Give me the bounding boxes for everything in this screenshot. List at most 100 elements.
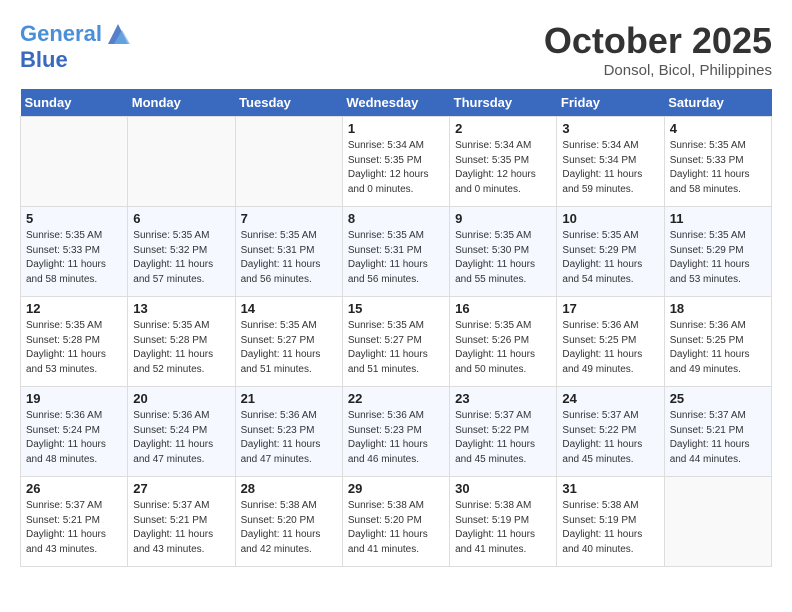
calendar-cell: 4 Sunrise: 5:35 AM Sunset: 5:33 PM Daylig…	[664, 117, 771, 207]
weekday-header-sunday: Sunday	[21, 89, 128, 117]
day-number: 25	[670, 391, 766, 406]
day-number: 12	[26, 301, 122, 316]
day-info: Sunrise: 5:38 AM Sunset: 5:20 PM Dayligh…	[348, 499, 444, 557]
weekday-header-row: SundayMondayTuesdayWednesdayThursdayFrid…	[21, 89, 772, 117]
day-number: 21	[241, 391, 337, 406]
calendar-cell: 3 Sunrise: 5:34 AM Sunset: 5:34 PM Daylig…	[557, 117, 664, 207]
day-number: 16	[455, 301, 551, 316]
calendar-cell: 26 Sunrise: 5:37 AM Sunset: 5:21 PM Dayli…	[21, 477, 128, 567]
day-info: Sunrise: 5:34 AM Sunset: 5:35 PM Dayligh…	[455, 139, 551, 197]
calendar-cell	[128, 117, 235, 207]
day-info: Sunrise: 5:36 AM Sunset: 5:25 PM Dayligh…	[562, 319, 658, 377]
day-info: Sunrise: 5:34 AM Sunset: 5:34 PM Dayligh…	[562, 139, 658, 197]
day-number: 29	[348, 481, 444, 496]
day-info: Sunrise: 5:35 AM Sunset: 5:29 PM Dayligh…	[670, 229, 766, 287]
calendar-cell: 25 Sunrise: 5:37 AM Sunset: 5:21 PM Dayli…	[664, 387, 771, 477]
calendar-week-5: 26 Sunrise: 5:37 AM Sunset: 5:21 PM Dayli…	[21, 477, 772, 567]
day-number: 1	[348, 121, 444, 136]
calendar-cell: 15 Sunrise: 5:35 AM Sunset: 5:27 PM Dayli…	[342, 297, 449, 387]
weekday-header-monday: Monday	[128, 89, 235, 117]
calendar-cell: 6 Sunrise: 5:35 AM Sunset: 5:32 PM Daylig…	[128, 207, 235, 297]
calendar-cell	[21, 117, 128, 207]
calendar-cell: 28Sunrise: 5:38 AM Sunset: 5:20 PM Dayli…	[235, 477, 342, 567]
day-number: 27	[133, 481, 229, 496]
day-info: Sunrise: 5:36 AM Sunset: 5:23 PM Dayligh…	[348, 409, 444, 467]
calendar-cell: 2Sunrise: 5:34 AM Sunset: 5:35 PM Daylig…	[450, 117, 557, 207]
day-number: 3	[562, 121, 658, 136]
logo-text: General	[20, 22, 102, 46]
day-number: 10	[562, 211, 658, 226]
calendar-week-2: 5Sunrise: 5:35 AM Sunset: 5:33 PM Daylig…	[21, 207, 772, 297]
calendar-cell: 10 Sunrise: 5:35 AM Sunset: 5:29 PM Dayli…	[557, 207, 664, 297]
calendar-cell: 8 Sunrise: 5:35 AM Sunset: 5:31 PM Daylig…	[342, 207, 449, 297]
day-number: 26	[26, 481, 122, 496]
calendar-cell: 16 Sunrise: 5:35 AM Sunset: 5:26 PM Dayli…	[450, 297, 557, 387]
day-info: Sunrise: 5:36 AM Sunset: 5:24 PM Dayligh…	[133, 409, 229, 467]
weekday-header-wednesday: Wednesday	[342, 89, 449, 117]
calendar-cell: 22Sunrise: 5:36 AM Sunset: 5:23 PM Dayli…	[342, 387, 449, 477]
day-info: Sunrise: 5:35 AM Sunset: 5:33 PM Dayligh…	[670, 139, 766, 197]
calendar-cell: 19 Sunrise: 5:36 AM Sunset: 5:24 PM Dayli…	[21, 387, 128, 477]
logo: General Blue	[20, 20, 132, 72]
day-info: Sunrise: 5:37 AM Sunset: 5:21 PM Dayligh…	[26, 499, 122, 557]
day-info: Sunrise: 5:36 AM Sunset: 5:23 PM Dayligh…	[241, 409, 337, 467]
day-info: Sunrise: 5:35 AM Sunset: 5:33 PM Dayligh…	[26, 229, 122, 287]
day-info: Sunrise: 5:37 AM Sunset: 5:22 PM Dayligh…	[562, 409, 658, 467]
day-number: 14	[241, 301, 337, 316]
day-number: 23	[455, 391, 551, 406]
day-info: Sunrise: 5:36 AM Sunset: 5:24 PM Dayligh…	[26, 409, 122, 467]
calendar-cell: 5Sunrise: 5:35 AM Sunset: 5:33 PM Daylig…	[21, 207, 128, 297]
day-number: 7	[241, 211, 337, 226]
day-info: Sunrise: 5:37 AM Sunset: 5:22 PM Dayligh…	[455, 409, 551, 467]
day-number: 24	[562, 391, 658, 406]
calendar-cell: 14 Sunrise: 5:35 AM Sunset: 5:27 PM Dayli…	[235, 297, 342, 387]
day-number: 15	[348, 301, 444, 316]
day-info: Sunrise: 5:35 AM Sunset: 5:27 PM Dayligh…	[241, 319, 337, 377]
calendar-cell: 12Sunrise: 5:35 AM Sunset: 5:28 PM Dayli…	[21, 297, 128, 387]
day-info: Sunrise: 5:35 AM Sunset: 5:28 PM Dayligh…	[133, 319, 229, 377]
calendar-table: SundayMondayTuesdayWednesdayThursdayFrid…	[20, 89, 772, 567]
calendar-cell: 13 Sunrise: 5:35 AM Sunset: 5:28 PM Dayli…	[128, 297, 235, 387]
calendar-cell: 31 Sunrise: 5:38 AM Sunset: 5:19 PM Dayli…	[557, 477, 664, 567]
day-info: Sunrise: 5:37 AM Sunset: 5:21 PM Dayligh…	[670, 409, 766, 467]
day-number: 13	[133, 301, 229, 316]
day-info: Sunrise: 5:35 AM Sunset: 5:27 PM Dayligh…	[348, 319, 444, 377]
calendar-cell: 29 Sunrise: 5:38 AM Sunset: 5:20 PM Dayli…	[342, 477, 449, 567]
calendar-week-1: 1 Sunrise: 5:34 AM Sunset: 5:35 PM Daylig…	[21, 117, 772, 207]
day-info: Sunrise: 5:35 AM Sunset: 5:26 PM Dayligh…	[455, 319, 551, 377]
calendar-cell: 1Sunrise: 5:34 AM Sunset: 5:35 PM Daylig…	[342, 117, 449, 207]
day-info: Sunrise: 5:35 AM Sunset: 5:29 PM Dayligh…	[562, 229, 658, 287]
day-number: 9	[455, 211, 551, 226]
day-number: 18	[670, 301, 766, 316]
day-number: 19	[26, 391, 122, 406]
day-info: Sunrise: 5:36 AM Sunset: 5:25 PM Dayligh…	[670, 319, 766, 377]
calendar-cell: 7Sunrise: 5:35 AM Sunset: 5:31 PM Daylig…	[235, 207, 342, 297]
day-number: 8	[348, 211, 444, 226]
calendar-cell: 20Sunrise: 5:36 AM Sunset: 5:24 PM Dayli…	[128, 387, 235, 477]
day-number: 30	[455, 481, 551, 496]
calendar-cell: 18 Sunrise: 5:36 AM Sunset: 5:25 PM Dayli…	[664, 297, 771, 387]
day-info: Sunrise: 5:35 AM Sunset: 5:32 PM Dayligh…	[133, 229, 229, 287]
weekday-header-friday: Friday	[557, 89, 664, 117]
calendar-week-4: 19 Sunrise: 5:36 AM Sunset: 5:24 PM Dayli…	[21, 387, 772, 477]
day-info: Sunrise: 5:38 AM Sunset: 5:19 PM Dayligh…	[562, 499, 658, 557]
logo-blue: Blue	[20, 48, 132, 72]
day-info: Sunrise: 5:38 AM Sunset: 5:20 PM Dayligh…	[241, 499, 337, 557]
title-block: October 2025 Donsol, Bicol, Philippines	[544, 20, 772, 79]
day-number: 17	[562, 301, 658, 316]
calendar-cell	[235, 117, 342, 207]
calendar-cell: 21 Sunrise: 5:36 AM Sunset: 5:23 PM Dayli…	[235, 387, 342, 477]
day-number: 6	[133, 211, 229, 226]
day-info: Sunrise: 5:35 AM Sunset: 5:31 PM Dayligh…	[348, 229, 444, 287]
weekday-header-saturday: Saturday	[664, 89, 771, 117]
day-info: Sunrise: 5:37 AM Sunset: 5:21 PM Dayligh…	[133, 499, 229, 557]
weekday-header-tuesday: Tuesday	[235, 89, 342, 117]
calendar-cell: 9 Sunrise: 5:35 AM Sunset: 5:30 PM Daylig…	[450, 207, 557, 297]
day-number: 31	[562, 481, 658, 496]
day-info: Sunrise: 5:35 AM Sunset: 5:30 PM Dayligh…	[455, 229, 551, 287]
location: Donsol, Bicol, Philippines	[544, 62, 772, 79]
day-number: 4	[670, 121, 766, 136]
day-number: 11	[670, 211, 766, 226]
logo-icon	[104, 20, 132, 48]
day-info: Sunrise: 5:38 AM Sunset: 5:19 PM Dayligh…	[455, 499, 551, 557]
